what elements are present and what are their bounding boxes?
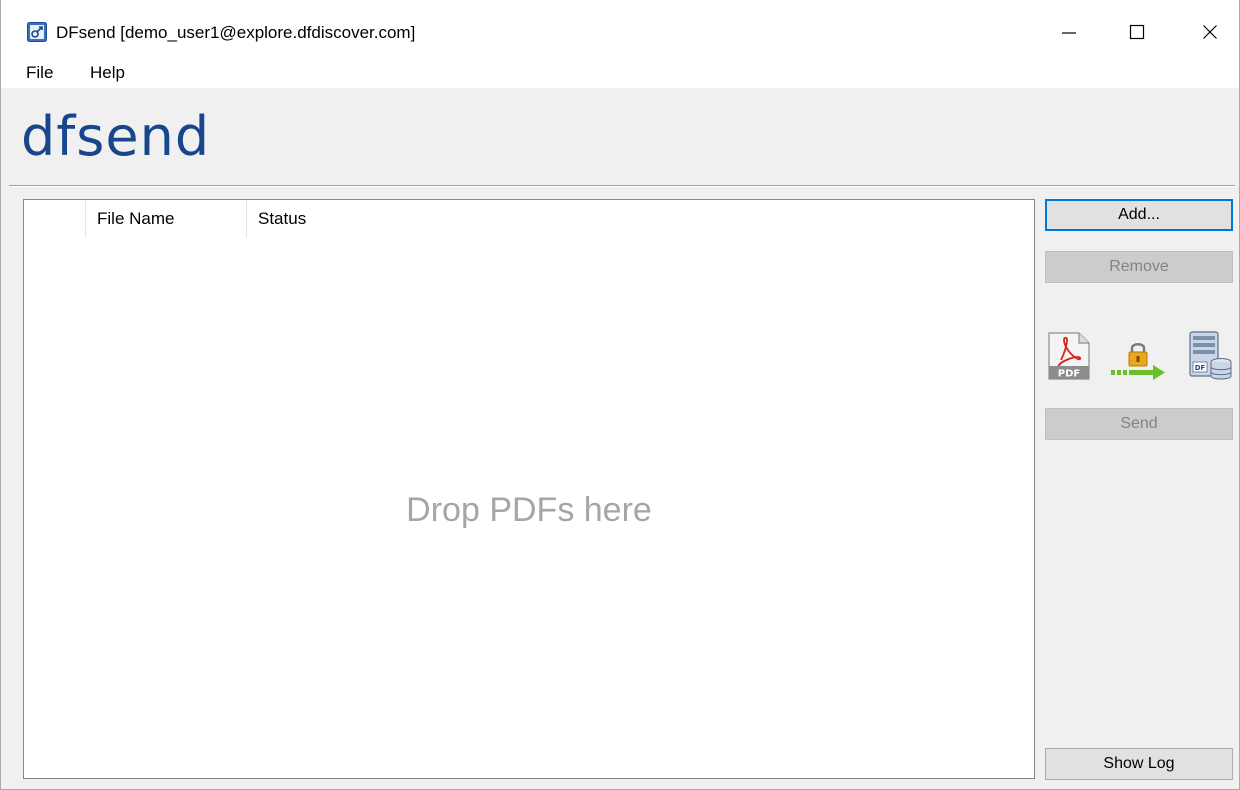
remove-button[interactable]: Remove <box>1045 251 1233 283</box>
maximize-icon <box>1129 24 1145 40</box>
close-button[interactable] <box>1187 10 1233 54</box>
menu-help[interactable]: Help <box>86 62 129 84</box>
close-icon <box>1203 25 1217 39</box>
svg-text:PDF: PDF <box>1058 369 1080 380</box>
minimize-button[interactable] <box>1046 10 1092 54</box>
column-header-status[interactable]: Status <box>247 200 447 238</box>
file-list[interactable]: File Name Status Drop PDFs here <box>23 199 1035 779</box>
secure-transfer-arrow-icon <box>1111 343 1165 380</box>
dfsend-logo: dfsend <box>21 105 211 168</box>
add-button[interactable]: Add... <box>1045 199 1233 231</box>
window-title: DFsend [demo_user1@explore.dfdiscover.co… <box>56 23 416 42</box>
column-header-file-name[interactable]: File Name <box>86 200 247 238</box>
menu-bar: File Help <box>1 58 1239 88</box>
drop-hint: Drop PDFs here <box>406 491 652 529</box>
maximize-button[interactable] <box>1114 10 1160 54</box>
send-button[interactable]: Send <box>1045 408 1233 440</box>
show-log-button[interactable]: Show Log <box>1045 748 1233 780</box>
minimize-icon <box>1062 32 1076 34</box>
header-separator <box>9 185 1235 187</box>
column-header-blank[interactable] <box>24 200 86 238</box>
title-bar[interactable]: DFsend [demo_user1@explore.dfdiscover.co… <box>1 0 1239 58</box>
pdf-file-icon: PDF <box>1048 332 1090 380</box>
menu-file[interactable]: File <box>22 62 57 84</box>
svg-text:DF: DF <box>1195 364 1206 372</box>
dfsend-app-icon <box>27 22 47 42</box>
dfdiscover-server-icon: DF <box>1189 331 1232 380</box>
dfsend-window: DFsend [demo_user1@explore.dfdiscover.co… <box>0 0 1240 790</box>
